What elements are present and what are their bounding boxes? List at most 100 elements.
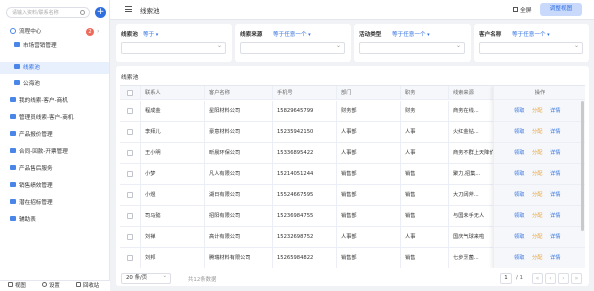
prev-page-button[interactable]: ‹	[545, 273, 556, 284]
table-cell-phone: 15214051244	[272, 164, 336, 185]
detail-link[interactable]: 详情	[550, 164, 560, 185]
column-header[interactable]: 部门	[336, 86, 400, 100]
table-cell-dept: 销售部	[336, 206, 400, 227]
assign-link[interactable]: 分配	[532, 164, 542, 185]
filter-operator[interactable]: 等于任意一个	[512, 30, 550, 38]
menu-toggle-icon[interactable]	[125, 6, 132, 12]
folder-icon	[10, 131, 16, 136]
assign-link[interactable]: 分配	[532, 248, 542, 268]
select-all-checkbox[interactable]	[127, 90, 133, 96]
detail-link[interactable]: 详情	[550, 185, 560, 206]
table-cell-role: 人事	[400, 143, 448, 164]
sidebar-item-admin-leads[interactable]: 管理员线索-客户-商机	[0, 112, 109, 124]
fullscreen-icon	[513, 7, 518, 12]
sidebar-item-contracts[interactable]: 合同-回款-开票管理	[0, 146, 109, 158]
table-cell-contact: 程成金	[140, 101, 204, 122]
row-checkbox[interactable]	[127, 213, 133, 219]
sidebar-item-process-center[interactable]: 流程中心 2 ›	[0, 26, 109, 38]
detail-link[interactable]: 详情	[550, 143, 560, 164]
sidebar-item-my-leads[interactable]: 我的线索-客户-商机	[0, 95, 109, 107]
filter-select[interactable]	[359, 42, 465, 54]
detail-link[interactable]: 详情	[550, 101, 560, 122]
table-cell-contact: 司马懿	[140, 206, 204, 227]
row-checkbox[interactable]	[127, 150, 133, 156]
filter-select[interactable]	[479, 42, 583, 54]
table-cell-dept: 销售部	[336, 248, 400, 268]
folder-icon	[10, 182, 16, 187]
sidebar-item-marketing[interactable]: 市场营销管理	[0, 40, 109, 52]
sidebar-item-sales-performance[interactable]: 销售绩效管理	[0, 180, 109, 192]
fullscreen-button[interactable]: 全屏	[513, 5, 532, 14]
sidebar-item-aux-tables[interactable]: 辅助表	[0, 214, 109, 226]
assign-link[interactable]: 分配	[532, 143, 542, 164]
claim-link[interactable]: 领取	[514, 227, 524, 248]
sidebar-item-quotes[interactable]: 产品报价管理	[0, 129, 109, 141]
table-cell-phone: 15235942150	[272, 122, 336, 143]
column-header[interactable]: 手机号	[272, 86, 336, 100]
adjust-view-button[interactable]: 调整视图	[540, 3, 582, 16]
filter-operator[interactable]: 等于任意一个	[392, 30, 430, 38]
row-checkbox[interactable]	[127, 234, 133, 240]
row-checkbox[interactable]	[127, 129, 133, 135]
column-header[interactable]: 职务	[400, 86, 448, 100]
data-table: 联系人 客户名称 手机号 部门 职务 线索来源 程成金 星阳材料公司 1582964…	[120, 85, 585, 268]
claim-link[interactable]: 领取	[514, 248, 524, 268]
column-header[interactable]: 客户名称	[204, 86, 272, 100]
page-number-input[interactable]: 1	[500, 273, 512, 284]
sidebar-item-lead-pool[interactable]: 线索池	[0, 62, 109, 74]
fullscreen-label: 全屏	[520, 8, 532, 14]
sidebar-item-label: 我的线索-客户-商机	[19, 98, 68, 104]
row-checkbox[interactable]	[127, 171, 133, 177]
table-cell-company: 凡人有限公司	[204, 164, 272, 185]
chat-bubble-icon	[10, 27, 16, 34]
detail-link[interactable]: 详情	[550, 227, 560, 248]
claim-link[interactable]: 领取	[514, 185, 524, 206]
recycle-bin-button[interactable]: 回收站	[76, 281, 99, 291]
column-header[interactable]: 联系人	[140, 86, 204, 100]
sidebar-search-placeholder: 请输入资料/联系名称	[12, 10, 59, 16]
claim-link[interactable]: 领取	[514, 143, 524, 164]
filter-select[interactable]	[240, 42, 345, 54]
table-cell-role: 销售	[400, 206, 448, 227]
filter-lead-pool: 线索池 等于	[116, 24, 232, 62]
table-cell-contact: 李拜儿	[140, 122, 204, 143]
sidebar-item-after-sales[interactable]: 产品售后服务	[0, 163, 109, 175]
assign-link[interactable]: 分配	[532, 122, 542, 143]
row-checkbox[interactable]	[127, 192, 133, 198]
filter-operator[interactable]: 等于任意一个	[273, 30, 311, 38]
assign-link[interactable]: 分配	[532, 101, 542, 122]
table-cell-company: 星阳材料公司	[204, 101, 272, 122]
row-checkbox[interactable]	[127, 108, 133, 114]
sidebar-item-tenders[interactable]: 潜在招标管理	[0, 197, 109, 209]
page-size-select[interactable]: 20 条/页	[121, 272, 171, 284]
sidebar-search-input[interactable]: 请输入资料/联系名称	[6, 7, 90, 18]
row-checkbox[interactable]	[127, 255, 133, 261]
sidebar-item-public-pool[interactable]: 公海池	[0, 78, 109, 90]
first-page-button[interactable]: «	[532, 273, 543, 284]
settings-button[interactable]: 设置	[42, 281, 60, 291]
folder-icon	[10, 165, 16, 170]
sidebar-item-label: 管理员线索-客户-商机	[19, 115, 74, 121]
claim-link[interactable]: 领取	[514, 122, 524, 143]
assign-link[interactable]: 分配	[532, 227, 542, 248]
claim-link[interactable]: 领取	[514, 206, 524, 227]
table-cell-dept: 财务部	[336, 101, 400, 122]
detail-link[interactable]: 详情	[550, 122, 560, 143]
table-cell-company: 招阳有限公司	[204, 206, 272, 227]
view-button[interactable]: 视图	[8, 281, 26, 291]
detail-link[interactable]: 详情	[550, 206, 560, 227]
filter-operator[interactable]: 等于	[143, 30, 158, 38]
assign-link[interactable]: 分配	[532, 206, 542, 227]
table-cell-contact: 小梦	[140, 164, 204, 185]
last-page-button[interactable]: »	[571, 273, 582, 284]
filter-activity-type: 活动类型 等于任意一个	[354, 24, 471, 62]
vertical-scrollbar[interactable]	[581, 101, 584, 231]
column-header[interactable]: 线索来源	[448, 86, 493, 100]
add-button[interactable]: +	[95, 7, 106, 18]
next-page-button[interactable]: ›	[558, 273, 569, 284]
filter-select[interactable]	[121, 42, 226, 54]
detail-link[interactable]: 详情	[550, 248, 560, 268]
claim-link[interactable]: 领取	[514, 164, 524, 185]
assign-link[interactable]: 分配	[532, 185, 542, 206]
claim-link[interactable]: 领取	[514, 101, 524, 122]
